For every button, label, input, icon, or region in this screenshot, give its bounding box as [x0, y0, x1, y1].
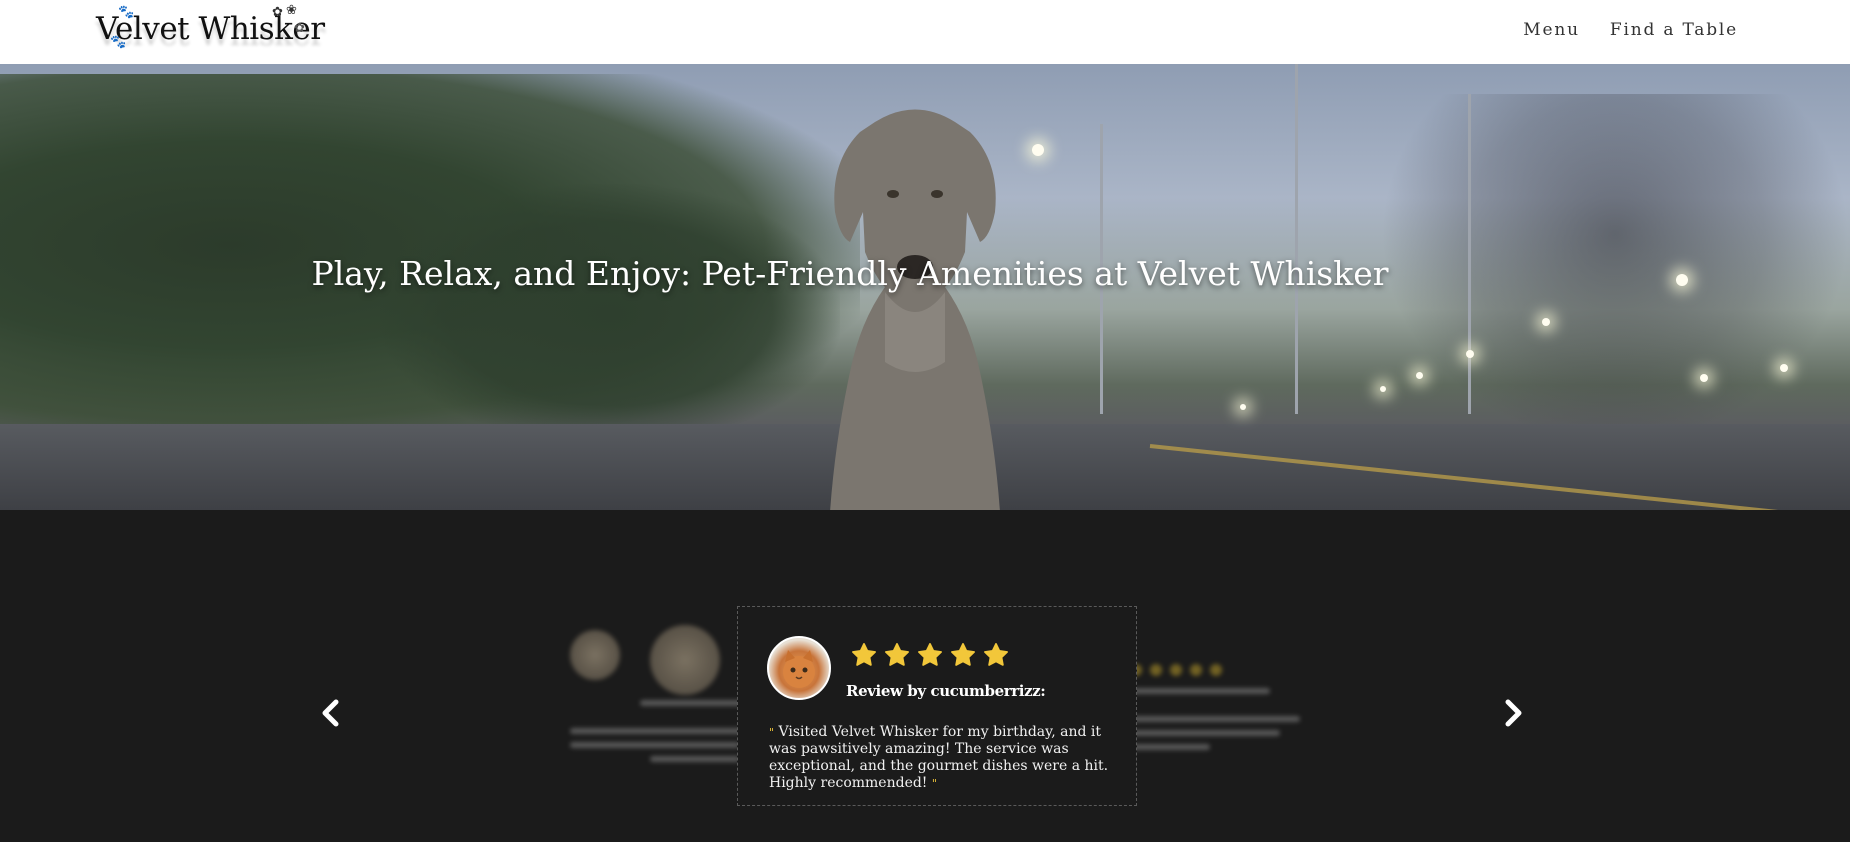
dog-image [830, 109, 1000, 510]
cat-avatar-image [783, 650, 815, 688]
paw-icon: ✿ [272, 5, 283, 20]
hero-title: Play, Relax, and Enjoy: Pet-Friendly Ame… [0, 254, 1850, 293]
street-light [1416, 372, 1423, 379]
carousel-next-button[interactable] [1496, 696, 1530, 730]
review-body: Visited Velvet Whisker for my birthday, … [769, 724, 1109, 791]
review-text: " Visited Velvet Whisker for my birthday… [769, 724, 1119, 792]
reviewer-avatar [767, 636, 831, 700]
carousel-prev-button[interactable] [314, 696, 348, 730]
hero-background-trees [380, 184, 840, 444]
nav-find-table-link[interactable]: Find a Table [1610, 20, 1738, 40]
street-light [1780, 364, 1788, 372]
main-nav: Menu Find a Table [1523, 20, 1738, 40]
street-light [1380, 386, 1386, 392]
open-quote-icon: " [769, 726, 775, 739]
nav-menu-link[interactable]: Menu [1523, 20, 1580, 40]
paw-icon: 🐾 [110, 35, 127, 50]
site-header: Velvet Whisker 🐾 ✿ ❀ ✿ 🐾 Menu Find a Tab… [0, 0, 1850, 64]
chevron-right-icon [1505, 699, 1522, 727]
paw-icon: ❀ [286, 3, 297, 18]
paw-icon: 🐾 [118, 5, 135, 20]
chevron-left-icon [322, 699, 339, 727]
logo[interactable]: Velvet Whisker 🐾 ✿ ❀ ✿ 🐾 [96, 3, 326, 56]
street-light [1542, 318, 1550, 326]
star-icon [885, 643, 909, 666]
hero-banner: Play, Relax, and Enjoy: Pet-Friendly Ame… [0, 64, 1850, 510]
street-light [1240, 404, 1246, 410]
star-icon [951, 643, 975, 666]
street-lamp [1295, 64, 1298, 414]
street-light [1700, 374, 1708, 382]
review-card-active: Review by cucumberrizz: " Visited Velvet… [737, 606, 1137, 806]
hero-title-text: Play, Relax, and Enjoy: Pet-Friendly Ame… [311, 254, 1389, 293]
reviews-carousel: Review by cucumberrizz: " Visited Velvet… [0, 510, 1850, 842]
street-light [1466, 350, 1474, 358]
review-card-blurred [540, 600, 760, 762]
close-quote-icon: " [931, 777, 937, 790]
star-icon [918, 643, 942, 666]
star-rating [850, 641, 1010, 669]
star-icon [984, 643, 1008, 666]
paw-icon: ✿ [294, 21, 305, 36]
reviewer-name: Review by cucumberrizz: [846, 682, 1046, 700]
star-icon [852, 643, 876, 666]
